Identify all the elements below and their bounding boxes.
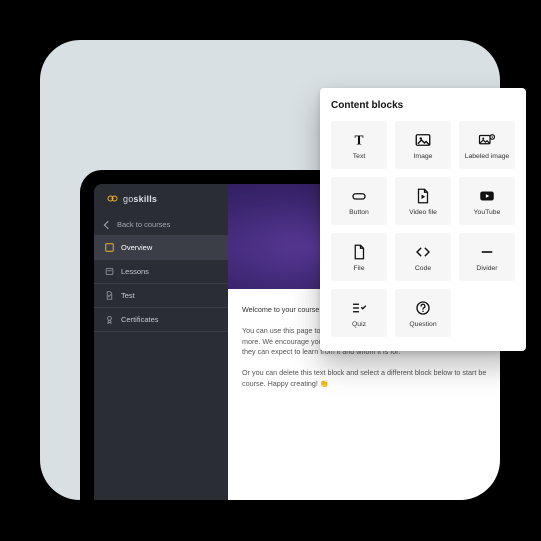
block-label: YouTube (474, 209, 501, 216)
block-label: Text (353, 153, 365, 160)
block-label: Question (409, 321, 436, 328)
back-label: Back to courses (117, 220, 170, 229)
block-label: Video file (409, 209, 437, 216)
button-icon (349, 187, 369, 205)
sidebar-item-label: Certificates (121, 315, 159, 324)
code-icon (413, 243, 433, 261)
block-video-file[interactable]: Video file (395, 177, 451, 225)
certificates-icon (105, 315, 114, 324)
stage: goskills Back to courses Overview (0, 0, 541, 541)
video-file-icon (413, 187, 433, 205)
block-label: Image (414, 153, 433, 160)
image-icon (413, 131, 433, 149)
sidebar-item-lessons[interactable]: Lessons (94, 260, 228, 284)
brand-logo-icon (105, 195, 118, 203)
block-divider[interactable]: Divider (459, 233, 515, 281)
youtube-icon (477, 187, 497, 205)
sidebar-item-overview[interactable]: Overview (94, 236, 228, 260)
sidebar-item-certificates[interactable]: Certificates (94, 308, 228, 332)
intro-paragraph-2: Or you can delete this text block and se… (242, 368, 500, 390)
block-label: Divider (476, 265, 497, 272)
test-icon (105, 291, 114, 300)
sidebar: goskills Back to courses Overview (94, 184, 228, 500)
block-label: Button (349, 209, 369, 216)
overview-icon (105, 243, 114, 252)
block-labeled-image[interactable]: Labeled image (459, 121, 515, 169)
block-text[interactable]: T Text (331, 121, 387, 169)
panel-title: Content blocks (331, 100, 515, 111)
blocks-grid: T Text Image Labeled image (331, 121, 515, 337)
question-icon (413, 299, 433, 317)
block-label: Code (415, 265, 431, 272)
block-label: File (354, 265, 365, 272)
block-code[interactable]: Code (395, 233, 451, 281)
block-youtube[interactable]: YouTube (459, 177, 515, 225)
lessons-icon (105, 267, 114, 276)
block-image[interactable]: Image (395, 121, 451, 169)
file-icon (349, 243, 369, 261)
block-label: Labeled image (465, 153, 510, 160)
block-file[interactable]: File (331, 233, 387, 281)
chevron-left-icon (104, 220, 112, 228)
text-icon: T (349, 131, 369, 149)
block-quiz[interactable]: Quiz (331, 289, 387, 337)
sidebar-item-label: Overview (121, 243, 152, 252)
block-button[interactable]: Button (331, 177, 387, 225)
block-question[interactable]: Question (395, 289, 451, 337)
sidebar-item-test[interactable]: Test (94, 284, 228, 308)
labeled-image-icon (477, 131, 497, 149)
svg-text:T: T (354, 132, 363, 147)
sidebar-item-label: Lessons (121, 267, 149, 276)
block-label: Quiz (352, 321, 366, 328)
brand-name: goskills (123, 194, 157, 204)
content-blocks-panel: Content blocks T Text Image Labeled imag… (320, 88, 526, 351)
brand: goskills (94, 184, 228, 214)
quiz-icon (349, 299, 369, 317)
back-to-courses[interactable]: Back to courses (94, 214, 228, 236)
sidebar-item-label: Test (121, 291, 135, 300)
divider-icon (477, 243, 497, 261)
